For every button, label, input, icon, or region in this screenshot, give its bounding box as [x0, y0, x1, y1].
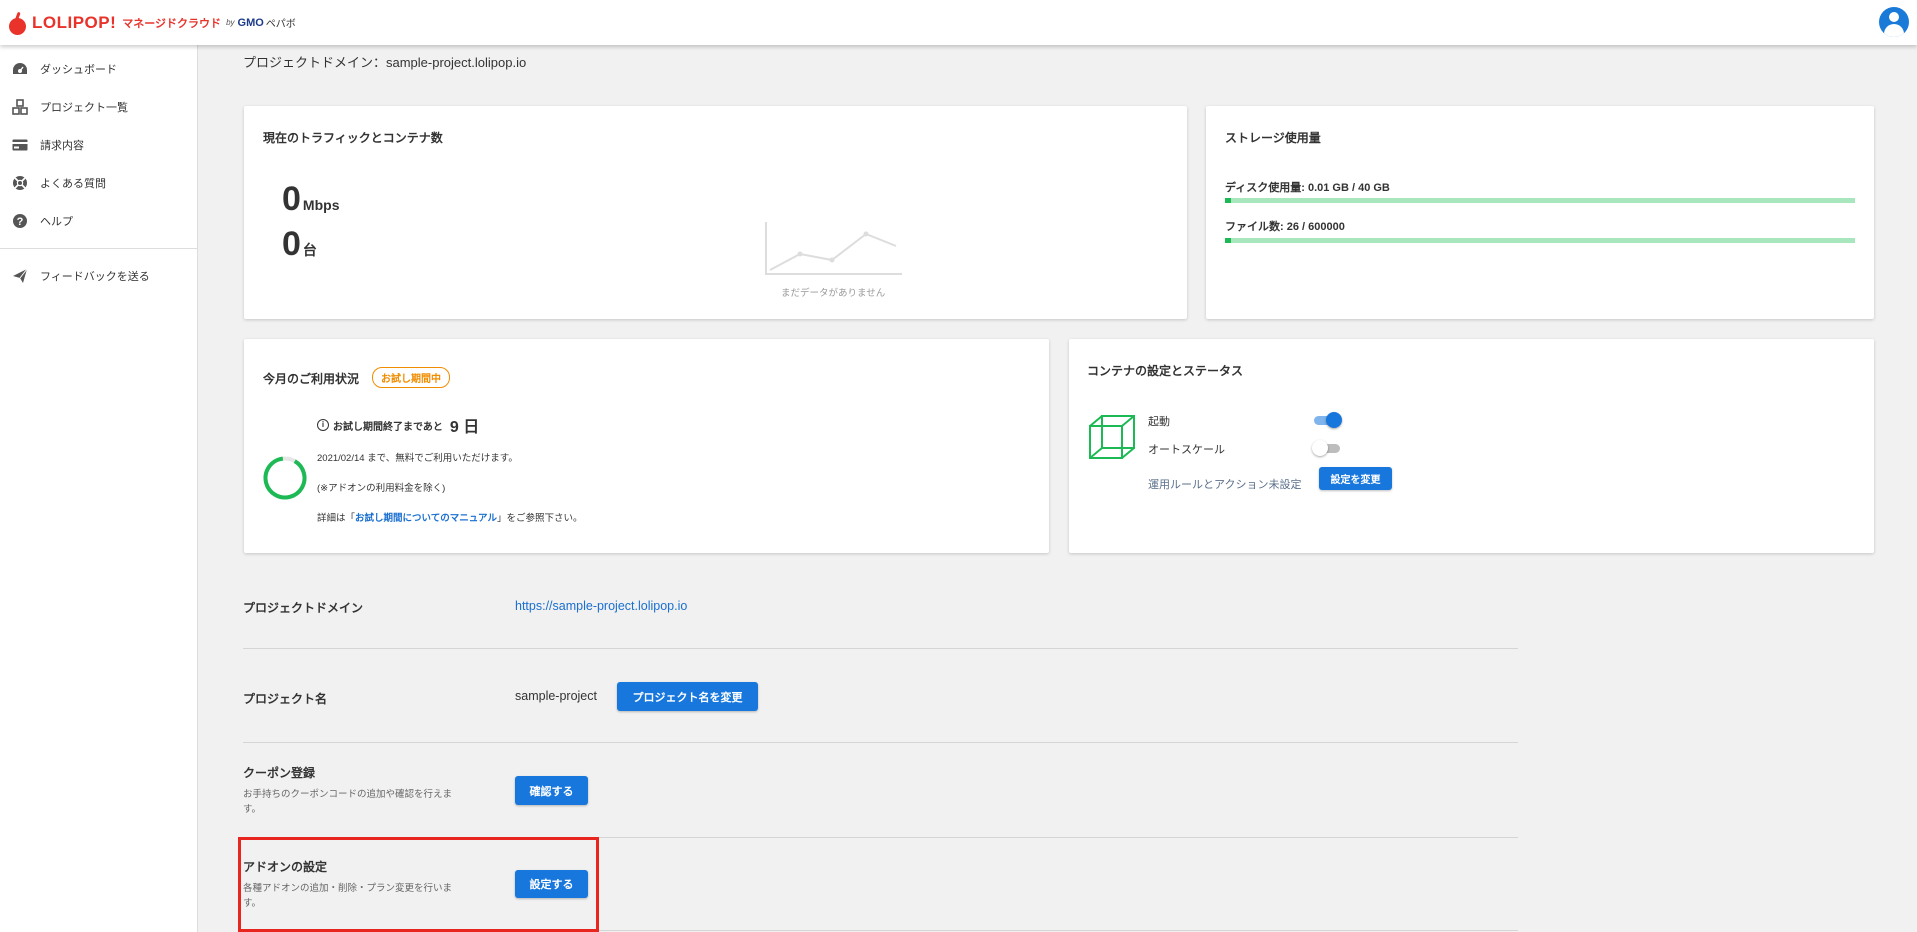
sidebar-divider	[0, 248, 197, 249]
sidebar-item-help[interactable]: ? ヘルプ	[0, 202, 197, 240]
credit-card-icon	[12, 137, 28, 153]
lolipop-logo[interactable]: LOLIPOP! マネージドクラウド by GMO ペパボ	[0, 11, 296, 35]
rename-project-button[interactable]: プロジェクト名を変更	[617, 682, 758, 711]
logo-text: LOLIPOP!	[32, 12, 117, 32]
trial-badge: お試し期間中	[372, 367, 450, 388]
storage-card: ストレージ使用量 ディスク使用量: 0.01 GB / 40 GB ファイル数:…	[1206, 106, 1874, 319]
trial-line-3-prefix: 詳細は「	[317, 513, 356, 524]
storage-card-title: ストレージ使用量	[1225, 131, 1321, 145]
disk-usage-bar-fill	[1225, 198, 1231, 203]
project-name-value: sample-project	[515, 689, 597, 703]
logo-pepabo: ペパボ	[265, 19, 296, 30]
sidebar-item-billing[interactable]: 請求内容	[0, 126, 197, 164]
traffic-mbps: 0 Mbps	[282, 180, 339, 219]
trial-progress-ring	[263, 456, 307, 500]
trial-remaining-days: 9 日	[449, 419, 480, 436]
trial-line-2: (※アドオンの利用料金を除く)	[317, 483, 446, 494]
coupon-label: クーポン登録	[243, 766, 316, 780]
lolipop-candy-icon	[8, 11, 28, 35]
addon-highlight-box	[238, 837, 599, 932]
sidebar-item-feedback[interactable]: フィードバックを送る	[0, 257, 197, 295]
disk-usage-bar	[1225, 198, 1855, 203]
disk-usage-label: ディスク使用量: 0.01 GB / 40 GB	[1225, 182, 1390, 194]
traffic-card-title: 現在のトラフィックとコンテナ数	[263, 131, 443, 145]
user-avatar-icon[interactable]	[1879, 7, 1909, 37]
change-settings-button[interactable]: 設定を変更	[1319, 467, 1392, 490]
divider	[243, 742, 1518, 743]
sidebar-item-projects[interactable]: プロジェクト一覧	[0, 88, 197, 126]
traffic-containers-value: 0	[282, 225, 301, 263]
usage-card-title: 今月のご利用状況	[263, 372, 360, 386]
project-name-label: プロジェクト名	[243, 692, 328, 706]
svg-text:?: ?	[17, 216, 24, 228]
sidebar-item-label: ヘルプ	[40, 216, 73, 228]
traffic-mbps-unit: Mbps	[302, 197, 340, 213]
sidebar-item-faq[interactable]: よくある質問	[0, 164, 197, 202]
trial-line-3: 詳細は「お試し期間についてのマニュアル」をご参照下さい。	[317, 510, 582, 524]
autoscale-toggle[interactable]	[1312, 440, 1342, 456]
sidebar-item-label: 請求内容	[40, 140, 84, 152]
coupon-confirm-button[interactable]: 確認する	[515, 776, 588, 805]
trial-line-3-suffix: 」をご参照下さい。	[496, 513, 583, 524]
container-cube-icon	[1089, 415, 1135, 459]
projects-icon	[12, 99, 28, 115]
container-card: コンテナの設定とステータス 起動 オートスケール 運用ルールとアクション未設定 …	[1069, 339, 1874, 553]
trial-remaining: i お試し期間終了まであと 9 日	[317, 413, 479, 437]
container-card-title: コンテナの設定とステータス	[1087, 364, 1244, 378]
domain-label: プロジェクトドメイン	[243, 601, 364, 615]
empty-chart-icon	[765, 222, 902, 275]
no-data-text: まだデータがありません	[781, 288, 886, 299]
logo-subtitle: マネージドクラウド	[122, 17, 222, 30]
trial-remaining-prefix: お試し期間終了まであと	[333, 421, 443, 433]
start-toggle[interactable]	[1312, 412, 1342, 428]
logo-by: by	[226, 18, 235, 27]
autoscale-label: オートスケール	[1148, 444, 1225, 456]
lifebuoy-icon	[12, 175, 28, 191]
file-count-bar-fill	[1225, 238, 1231, 243]
coupon-description: お手持ちのクーポンコードの追加や確認を行えます。	[243, 789, 453, 815]
start-label: 起動	[1148, 416, 1170, 428]
sidebar-item-label: フィードバックを送る	[40, 271, 150, 283]
rule-status-text: 運用ルールとアクション未設定	[1148, 479, 1302, 491]
traffic-containers: 0台	[282, 225, 317, 264]
usage-card: 今月のご利用状況 お試し期間中 i お試し期間終了まであと 9 日 2021/0…	[244, 339, 1049, 553]
trial-manual-link[interactable]: お試し期間についてのマニュアル	[355, 513, 497, 524]
logo-gmo: GMO	[237, 16, 264, 29]
traffic-card: 現在のトラフィックとコンテナ数 0 Mbps 0台 まだデータがありません	[244, 106, 1187, 319]
file-count-label: ファイル数: 26 / 600000	[1225, 221, 1345, 233]
send-icon	[12, 268, 28, 284]
file-count-bar	[1225, 238, 1855, 243]
trial-line-1: 2021/02/14 まで、無料でご利用いただけます。	[317, 453, 518, 464]
help-icon: ?	[12, 213, 28, 229]
divider	[243, 648, 1518, 649]
sidebar-item-label: プロジェクト一覧	[40, 102, 128, 114]
sidebar-item-dashboard[interactable]: ダッシュボード	[0, 50, 197, 88]
project-domain-heading: プロジェクトドメイン：sample-project.lolipop.io	[243, 55, 527, 70]
top-header: LOLIPOP! マネージドクラウド by GMO ペパボ	[0, 0, 1917, 45]
info-icon: i	[317, 419, 329, 431]
traffic-mbps-value: 0	[282, 180, 301, 218]
sidebar: ダッシュボード プロジェクト一覧 請求内容 よくある質問 ? ヘルプ フィードバ…	[0, 45, 198, 932]
sidebar-item-label: ダッシュボード	[40, 64, 117, 76]
dashboard-icon	[12, 61, 28, 77]
traffic-containers-unit: 台	[302, 242, 317, 258]
domain-link[interactable]: https://sample-project.lolipop.io	[515, 599, 687, 613]
sidebar-item-label: よくある質問	[40, 178, 106, 190]
